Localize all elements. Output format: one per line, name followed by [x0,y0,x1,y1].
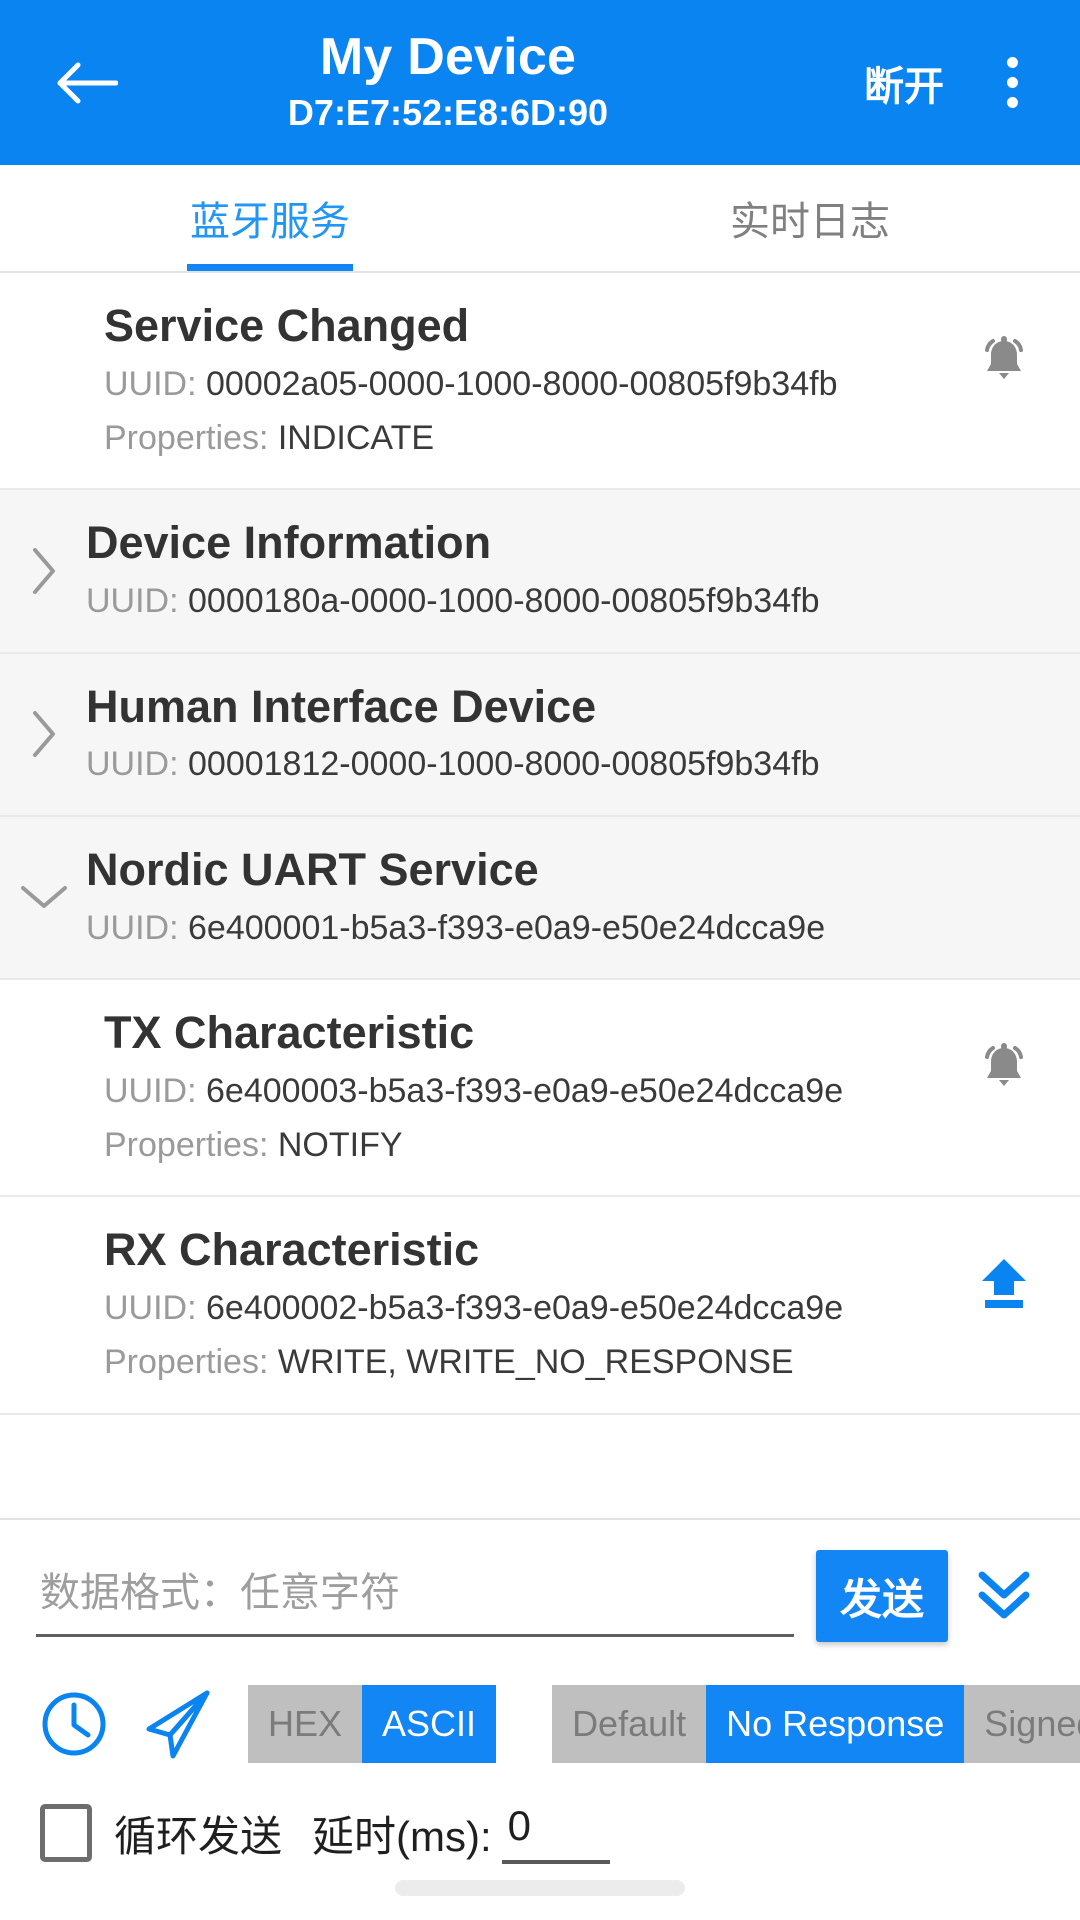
uuid-value: 00002a05-0000-1000-8000-00805f9b34fb [206,364,838,403]
send-button[interactable]: 发送 [816,1550,948,1642]
characteristic-uuid: UUID: 00002a05-0000-1000-8000-00805f9b34… [104,360,1080,408]
characteristic-name: RX Characteristic [104,1224,480,1276]
uuid-value: 00001812-0000-1000-8000-00805f9b34fb [188,745,820,784]
more-vertical-icon [1006,57,1018,68]
loop-send-label: 循环发送 [114,1812,283,1860]
upload-icon [982,1259,1026,1309]
service-name: Device Information [86,517,492,569]
notify-toggle-button[interactable] [972,327,1036,391]
device-mac-address: D7:E7:52:E8:6D:90 [287,91,609,133]
clock-icon [42,1692,106,1756]
list-item[interactable]: Device Information UUID: 0000180a-0000-1… [0,490,1080,654]
characteristic-properties: Properties: NOTIFY [104,1121,1080,1169]
more-vertical-icon [1006,97,1018,108]
uuid-label: UUID: [86,908,179,947]
history-button[interactable] [22,1672,126,1776]
double-chevron-down-icon [978,1571,1030,1619]
loop-send-checkbox[interactable] [40,1804,92,1862]
uuid-label: UUID: [86,582,179,621]
tab-bar: 蓝牙服务 实时日志 [0,165,1080,273]
characteristic-uuid: UUID: 6e400002-b5a3-f393-e0a9-e50e24dcca… [104,1284,1080,1332]
write-type-default[interactable]: Default [552,1685,707,1763]
list-item[interactable]: Service Changed UUID: 00002a05-0000-1000… [0,273,1080,491]
list-item[interactable]: RX Characteristic UUID: 6e400002-b5a3-f3… [0,1197,1080,1415]
properties-label: Properties: [104,419,269,458]
service-list[interactable]: Service Changed UUID: 00002a05-0000-1000… [0,273,1080,1518]
quick-send-button[interactable] [126,1672,230,1776]
notify-toggle-button[interactable] [972,1034,1036,1098]
app-bar-titles: My Device D7:E7:52:E8:6D:90 [102,30,854,135]
send-row: 发送 [0,1520,1080,1664]
service-uuid: UUID: 00001812-0000-1000-8000-00805f9b34… [86,740,1080,788]
service-uuid: UUID: 6e400001-b5a3-f393-e0a9-e50e24dcca… [86,904,1080,952]
expand-collapse-button[interactable] [0,882,70,912]
service-name: Nordic UART Service [86,843,539,895]
chevron-right-icon [33,711,55,758]
service-uuid: UUID: 0000180a-0000-1000-8000-00805f9b34… [86,577,1080,625]
tab-bluetooth-services[interactable]: 蓝牙服务 [0,165,540,271]
format-option-ascii[interactable]: ASCII [362,1685,497,1763]
data-format-segmented-control: HEX ASCII [248,1685,497,1763]
characteristic-name: TX Characteristic [104,1006,475,1058]
expand-collapse-button[interactable] [0,545,70,597]
delay-label: 延时(ms): [312,1812,492,1860]
options-row: HEX ASCII Default No Response Signed [0,1664,1080,1786]
expand-collapse-button[interactable] [0,708,70,760]
ble-device-screen: My Device D7:E7:52:E8:6D:90 断开 蓝牙服务 实时日志… [0,0,1080,1920]
bell-ring-icon [985,1042,1023,1086]
write-type-no-response[interactable]: No Response [706,1685,965,1763]
page-title: My Device [319,28,577,87]
uuid-value: 6e400003-b5a3-f393-e0a9-e50e24dcca9e [206,1071,844,1110]
uuid-label: UUID: [86,745,179,784]
characteristic-properties: Properties: INDICATE [104,414,1080,462]
characteristic-properties: Properties: WRITE, WRITE_NO_RESPONSE [104,1338,1080,1386]
list-item[interactable]: Human Interface Device UUID: 00001812-00… [0,653,1080,817]
paper-plane-icon [146,1690,210,1759]
tab-realtime-log[interactable]: 实时日志 [540,165,1080,271]
data-input[interactable] [36,1555,794,1637]
overflow-menu-button[interactable] [972,37,1052,129]
write-button[interactable] [972,1251,1036,1315]
format-option-hex[interactable]: HEX [248,1685,363,1763]
more-vertical-icon [1006,77,1018,88]
bell-ring-icon [985,336,1023,379]
write-type-segmented-control: Default No Response Signed [552,1685,1080,1763]
uuid-value: 0000180a-0000-1000-8000-00805f9b34fb [188,582,820,621]
characteristic-uuid: UUID: 6e400003-b5a3-f393-e0a9-e50e24dcca… [104,1067,1080,1115]
write-type-signed[interactable]: Signed [964,1685,1080,1763]
uuid-label: UUID: [104,1071,197,1110]
app-bar: My Device D7:E7:52:E8:6D:90 断开 [0,0,1080,165]
properties-value: WRITE, WRITE_NO_RESPONSE [277,1343,794,1382]
characteristic-name: Service Changed [104,300,470,351]
disconnect-button[interactable]: 断开 [854,40,954,126]
uuid-value: 6e400002-b5a3-f393-e0a9-e50e24dcca9e [206,1289,844,1328]
properties-value: NOTIFY [277,1126,403,1165]
service-name: Human Interface Device [86,680,597,732]
home-indicator [395,1880,685,1896]
loop-send-row: 循环发送 延时(ms): [0,1786,1080,1864]
list-item[interactable]: Nordic UART Service UUID: 6e400001-b5a3-… [0,816,1080,980]
properties-label: Properties: [104,1126,269,1165]
uuid-value: 6e400001-b5a3-f393-e0a9-e50e24dcca9e [188,908,826,947]
properties-value: INDICATE [277,419,435,458]
uuid-label: UUID: [104,1289,197,1328]
chevron-right-icon [33,548,55,594]
composer-panel: 发送 HEX [0,1518,1080,1920]
scroll-to-bottom-button[interactable] [956,1550,1052,1642]
list-item[interactable]: TX Characteristic UUID: 6e400003-b5a3-f3… [0,979,1080,1198]
uuid-label: UUID: [104,364,197,403]
system-nav-bar [0,1864,1080,1920]
chevron-down-icon [21,886,67,909]
properties-label: Properties: [104,1343,269,1382]
delay-input[interactable] [501,1802,610,1864]
